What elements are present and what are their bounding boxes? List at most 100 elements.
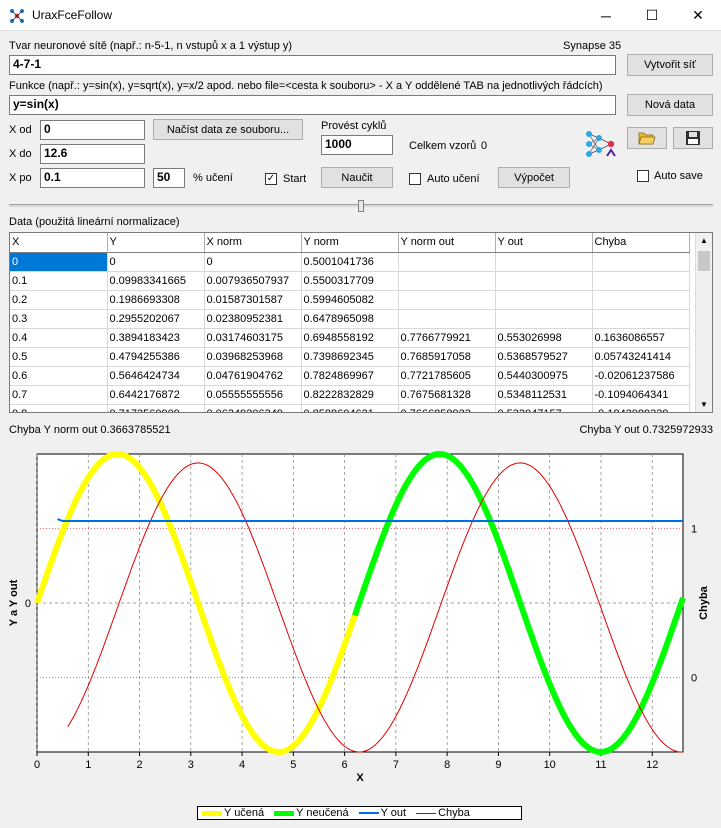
column-header[interactable]: Chyba — [592, 233, 690, 253]
table-cell[interactable] — [592, 271, 690, 291]
table-cell[interactable]: 0 — [204, 252, 302, 272]
table-cell[interactable] — [398, 290, 496, 310]
table-cell[interactable]: -0.02061237586 — [592, 366, 690, 386]
table-row[interactable]: 0.6 0.5646424734 0.04761904762 0.7824869967… — [10, 366, 690, 386]
auto-save-checkbox[interactable] — [637, 170, 649, 182]
x-step-input[interactable]: 0.1 — [40, 168, 145, 188]
table-cell[interactable]: -0.1843089339 — [592, 404, 690, 412]
table-cell[interactable]: 0.7398692345 — [301, 347, 399, 367]
table-cell[interactable]: 0.8588604621 — [301, 404, 399, 412]
open-file-button[interactable] — [627, 127, 667, 149]
table-cell[interactable]: 0.7675681328 — [398, 385, 496, 405]
table-cell[interactable]: 0.7685917058 — [398, 347, 496, 367]
table-cell[interactable]: 0.03174603175 — [204, 328, 302, 348]
maximize-button[interactable]: ☐ — [629, 0, 675, 31]
scroll-up-icon[interactable]: ▲ — [696, 236, 712, 245]
table-cell[interactable]: 0.02380952381 — [204, 309, 302, 329]
table-cell[interactable]: 0.4 — [10, 328, 108, 348]
table-cell[interactable] — [495, 271, 593, 291]
table-cell[interactable]: 0.533047157 — [495, 404, 593, 412]
cycles-input[interactable]: 1000 — [321, 135, 393, 155]
data-table[interactable]: XYX norm Y norm Y norm out Y out Chyba 0 0 0 0.… — [9, 232, 713, 413]
table-cell[interactable]: 0.05743241414 — [592, 347, 690, 367]
scroll-down-icon[interactable]: ▼ — [696, 400, 712, 409]
learn-button[interactable]: Naučit — [321, 167, 393, 188]
table-cell[interactable] — [592, 309, 690, 329]
scroll-thumb[interactable] — [698, 251, 710, 271]
column-header[interactable]: Y norm out — [398, 233, 496, 253]
save-file-button[interactable] — [673, 127, 713, 149]
table-cell[interactable] — [592, 290, 690, 310]
table-cell[interactable]: 0.5001041736 — [301, 252, 399, 272]
table-cell[interactable]: 0.5440300975 — [495, 366, 593, 386]
function-input[interactable]: y=sin(x) — [9, 95, 616, 115]
start-checkbox[interactable]: ✓ — [265, 173, 277, 185]
load-data-button[interactable]: Načíst data ze souboru... — [153, 119, 303, 140]
auto-learn-checkbox[interactable] — [409, 173, 421, 185]
slider-thumb[interactable] — [358, 200, 364, 212]
table-cell[interactable]: 0.7 — [10, 385, 108, 405]
column-header[interactable]: Y — [107, 233, 205, 253]
table-cell[interactable]: 0.05555555556 — [204, 385, 302, 405]
table-row[interactable]: 0.1 0.09983341665 0.007936507937 0.55003177… — [10, 271, 690, 291]
table-cell[interactable]: 0.1 — [10, 271, 108, 291]
table-cell[interactable]: 0.7824869967 — [301, 366, 399, 386]
column-header[interactable]: X norm — [204, 233, 302, 253]
table-cell[interactable]: 0.7766779921 — [398, 328, 496, 348]
table-row[interactable]: 0.4 0.3894183423 0.03174603175 0.6948558192… — [10, 328, 690, 348]
table-cell[interactable]: 0.2 — [10, 290, 108, 310]
table-cell[interactable]: 0.6 — [10, 366, 108, 386]
table-cell[interactable]: 0 — [10, 252, 108, 272]
table-cell[interactable]: 0.1636086557 — [592, 328, 690, 348]
table-cell[interactable] — [398, 309, 496, 329]
table-cell[interactable]: 0.5994605082 — [301, 290, 399, 310]
learn-percent-input[interactable]: 50 — [153, 168, 185, 188]
table-cell[interactable]: -0.1094064341 — [592, 385, 690, 405]
table-cell[interactable]: 0.4794255386 — [107, 347, 205, 367]
x-from-input[interactable]: 0 — [40, 120, 145, 140]
table-cell[interactable] — [495, 290, 593, 310]
table-cell[interactable]: 0.04761904762 — [204, 366, 302, 386]
table-cell[interactable]: 0.3 — [10, 309, 108, 329]
table-cell[interactable]: 0.5500317709 — [301, 271, 399, 291]
table-row[interactable]: 0.3 0.2955202067 0.02380952381 0.6478965098 — [10, 309, 690, 329]
new-data-button[interactable]: Nová data — [627, 94, 713, 116]
table-cell[interactable]: 0.7721785605 — [398, 366, 496, 386]
table-cell[interactable] — [398, 252, 496, 272]
table-cell[interactable]: 0.7173560909 — [107, 404, 205, 412]
table-cell[interactable] — [495, 309, 593, 329]
x-to-input[interactable]: 12.6 — [40, 144, 145, 164]
table-cell[interactable]: 0.6948558192 — [301, 328, 399, 348]
table-row[interactable]: 0.5 0.4794255386 0.03968253968 0.7398692345… — [10, 347, 690, 367]
table-cell[interactable] — [495, 252, 593, 272]
table-cell[interactable]: 0.01587301587 — [204, 290, 302, 310]
column-header[interactable]: Y norm — [301, 233, 399, 253]
table-cell[interactable]: 0.5 — [10, 347, 108, 367]
network-shape-input[interactable]: 4-7-1 — [9, 55, 616, 75]
table-cell[interactable]: 0 — [107, 252, 205, 272]
table-cell[interactable]: 0.2955202067 — [107, 309, 205, 329]
column-header[interactable]: Y out — [495, 233, 593, 253]
table-cell[interactable]: 0.553026998 — [495, 328, 593, 348]
create-network-button[interactable]: Vytvořit síť — [627, 54, 713, 76]
table-cell[interactable]: 0.5646424734 — [107, 366, 205, 386]
table-row[interactable]: 0 0 0 0.5001041736 — [10, 252, 690, 272]
compute-button[interactable]: Výpočet — [498, 167, 570, 188]
progress-slider[interactable] — [9, 200, 713, 214]
table-cell[interactable] — [592, 252, 690, 272]
table-cell[interactable]: 0.09983341665 — [107, 271, 205, 291]
table-cell[interactable]: 0.7666858923 — [398, 404, 496, 412]
table-row[interactable]: 0.2 0.1986693308 0.01587301587 0.5994605082 — [10, 290, 690, 310]
minimize-button[interactable]: ─ — [583, 0, 629, 31]
table-row[interactable]: 0.80.71735609090.063492063490.8588604621… — [10, 404, 690, 412]
table-cell[interactable]: 0.6442176872 — [107, 385, 205, 405]
table-cell[interactable]: 0.8 — [10, 404, 108, 412]
table-cell[interactable]: 0.007936507937 — [204, 271, 302, 291]
table-scrollbar[interactable]: ▲ ▼ — [695, 233, 712, 412]
table-row[interactable]: 0.7 0.6442176872 0.05555555556 0.8222832829… — [10, 385, 690, 405]
table-cell[interactable] — [398, 271, 496, 291]
table-cell[interactable]: 0.3894183423 — [107, 328, 205, 348]
column-header[interactable]: X — [10, 233, 108, 253]
table-cell[interactable]: 0.8222832829 — [301, 385, 399, 405]
table-cell[interactable]: 0.03968253968 — [204, 347, 302, 367]
